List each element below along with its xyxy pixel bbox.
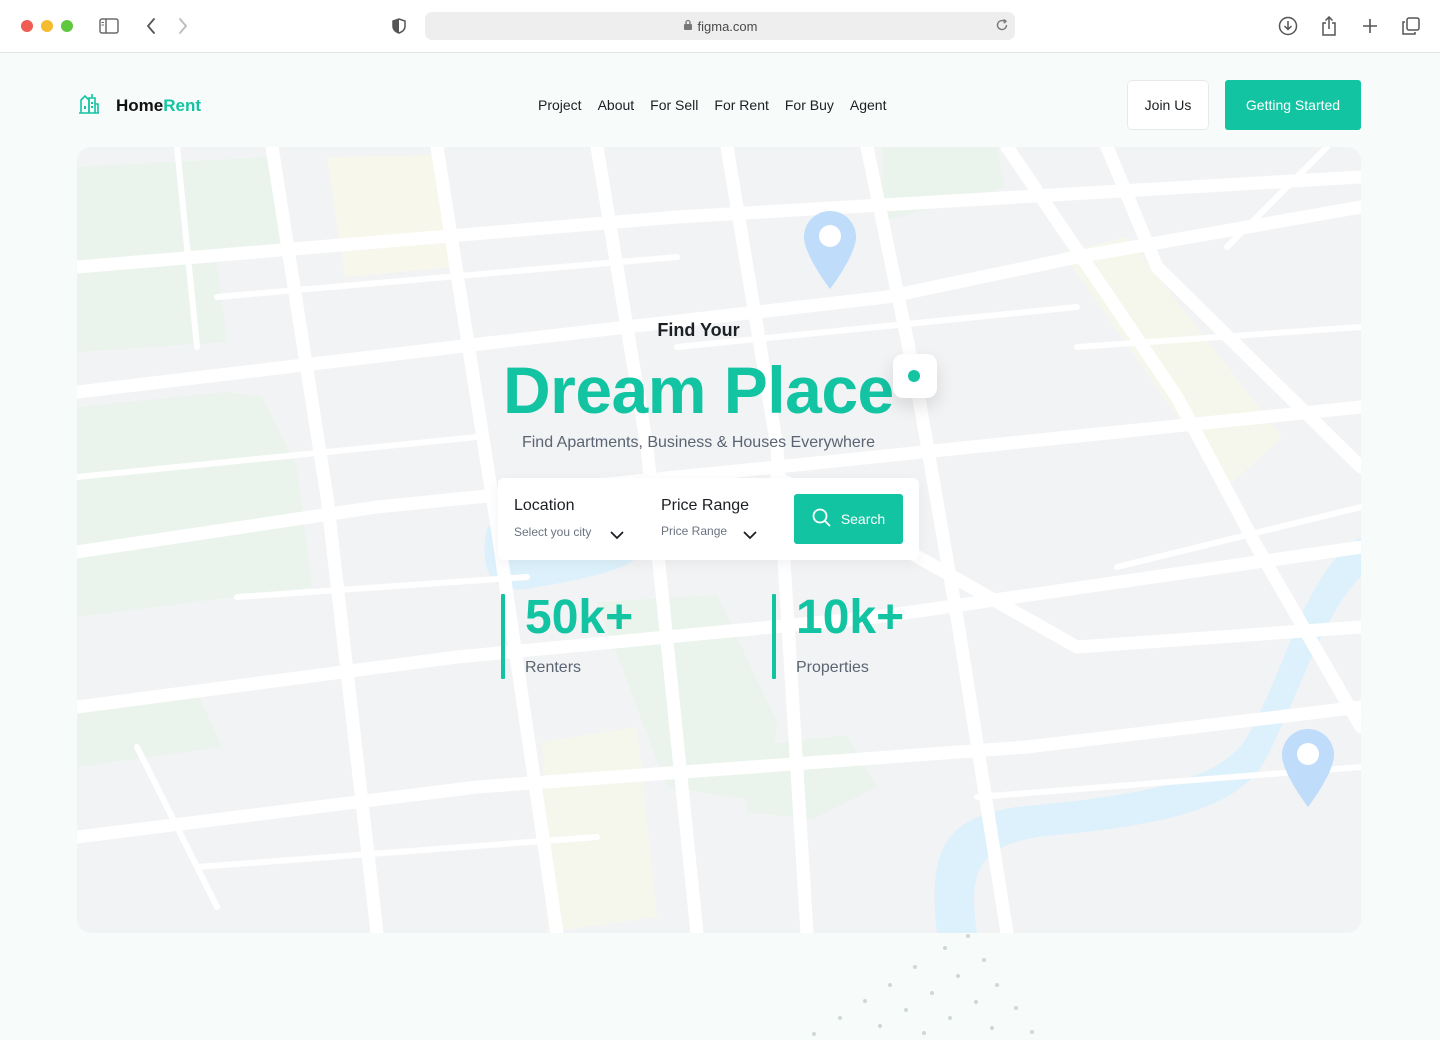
- hero-eyebrow: Find Your: [657, 320, 740, 340]
- download-icon[interactable]: [1276, 14, 1300, 38]
- nav-item-for-rent[interactable]: For Rent: [714, 97, 768, 113]
- brand-name-part1: Home: [116, 95, 164, 115]
- getting-started-button[interactable]: Getting Started: [1225, 80, 1361, 130]
- chevron-down-icon: [743, 527, 757, 545]
- join-us-button[interactable]: Join Us: [1127, 80, 1209, 130]
- building-icon: [78, 92, 100, 119]
- shield-icon[interactable]: [387, 14, 411, 38]
- chevron-down-icon: [610, 527, 624, 545]
- main-nav: Project About For Sell For Rent For Buy …: [538, 97, 886, 113]
- search-button[interactable]: Search: [794, 494, 903, 544]
- nav-item-for-sell[interactable]: For Sell: [650, 97, 698, 113]
- window-controls: [21, 20, 73, 32]
- stat-value: 10k+: [796, 591, 905, 644]
- address-bar[interactable]: figma.com: [425, 12, 1015, 40]
- hero-headline: Dream Place: [503, 353, 894, 427]
- search-button-label: Search: [840, 511, 886, 527]
- url-text: figma.com: [697, 18, 758, 34]
- location-select[interactable]: Select you city: [514, 522, 634, 542]
- zoom-window-button[interactable]: [61, 20, 73, 32]
- nav-item-for-buy[interactable]: For Buy: [785, 97, 834, 113]
- location-label: Location: [514, 497, 575, 514]
- location-value: Select you city: [514, 525, 592, 539]
- browser-toolbar: figma.com: [0, 0, 1440, 53]
- stat-label: Renters: [525, 659, 582, 676]
- stat-label: Properties: [796, 659, 869, 676]
- search-panel: Location Select you city Price Range Pri…: [498, 478, 919, 560]
- nav-item-about[interactable]: About: [598, 97, 635, 113]
- reload-icon[interactable]: [995, 18, 1009, 35]
- price-range-label: Price Range: [661, 497, 750, 514]
- stat-accent-bar: [501, 594, 505, 679]
- nav-item-project[interactable]: Project: [538, 97, 582, 113]
- brand-logo[interactable]: HomeRent: [78, 92, 201, 119]
- chevron-right-icon[interactable]: [171, 14, 195, 38]
- plus-icon[interactable]: [1358, 14, 1382, 38]
- location-dot-badge: [893, 354, 937, 398]
- decorative-dot-pattern: [812, 934, 1034, 1036]
- price-range-value: Price Range: [661, 524, 728, 538]
- tabs-icon[interactable]: [1399, 14, 1423, 38]
- hero-subtitle: Find Apartments, Business & Houses Every…: [521, 434, 876, 451]
- stat-accent-bar: [772, 594, 776, 679]
- close-window-button[interactable]: [21, 20, 33, 32]
- brand-name: HomeRent: [116, 96, 201, 116]
- search-icon: [812, 508, 831, 530]
- map-pin-icon: [804, 211, 856, 294]
- stat-value: 50k+: [525, 591, 634, 644]
- nav-item-agent[interactable]: Agent: [850, 97, 887, 113]
- sidebar-icon[interactable]: [97, 14, 121, 38]
- price-range-select[interactable]: Price Range: [661, 522, 771, 542]
- lock-icon: [683, 19, 693, 34]
- brand-name-part2: Rent: [163, 95, 202, 115]
- chevron-left-icon[interactable]: [139, 14, 163, 38]
- minimize-window-button[interactable]: [41, 20, 53, 32]
- map-pin-icon: [1282, 729, 1334, 812]
- share-icon[interactable]: [1317, 14, 1341, 38]
